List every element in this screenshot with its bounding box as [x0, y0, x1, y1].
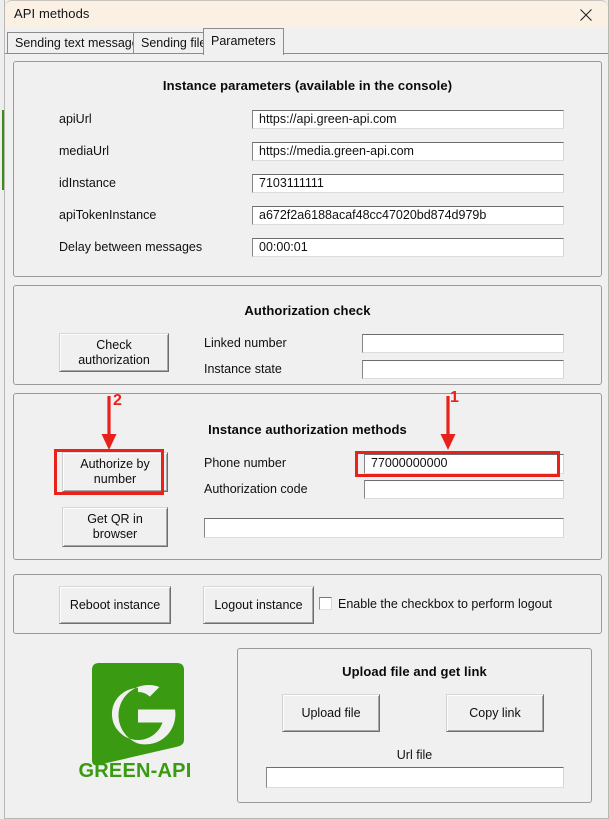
authorization-methods-title: Instance authorization methods [208, 422, 407, 437]
tabstrip: Sending text messages Sending files Para… [5, 28, 608, 55]
label-apitokeninstance: apiTokenInstance [59, 208, 157, 222]
close-icon[interactable] [564, 1, 608, 28]
authorization-code-input[interactable] [364, 480, 564, 499]
label-delay-between-messages: Delay between messages [59, 240, 203, 254]
delay-between-messages-input[interactable]: 00:00:01 [252, 238, 564, 257]
reboot-instance-button[interactable]: Reboot instance [59, 586, 171, 624]
logout-confirm-checkbox[interactable] [319, 597, 332, 610]
apiurl-input[interactable]: https://api.green-api.com [252, 110, 564, 129]
linked-number-input[interactable] [362, 334, 564, 353]
label-idinstance: idInstance [59, 176, 116, 190]
logout-confirm-checkbox-label: Enable the checkbox to perform logout [338, 597, 553, 611]
copy-link-button[interactable]: Copy link [446, 694, 544, 732]
tab-selected-underlap [204, 53, 273, 55]
label-phone-number: Phone number [204, 456, 287, 470]
instance-state-input[interactable] [362, 360, 564, 379]
url-file-input[interactable] [266, 767, 564, 788]
tabstrip-baseline [5, 53, 608, 54]
authorization-methods-panel: Instance authorization methods Authorize… [13, 393, 602, 560]
green-api-logo [80, 662, 188, 767]
window-titlebar: API methods [5, 0, 608, 28]
label-mediaurl: mediaUrl [59, 144, 110, 158]
instance-parameters-title: Instance parameters (available in the co… [162, 78, 453, 93]
label-instance-state: Instance state [204, 362, 282, 376]
label-apiurl: apiUrl [59, 112, 92, 126]
upload-file-title: Upload file and get link [342, 664, 487, 679]
api-methods-window: API methods Sending text messages Sendin… [4, 0, 609, 819]
label-authorization-code: Authorization code [204, 482, 308, 496]
authorization-check-panel: Authorization check Check authorization … [13, 285, 602, 385]
tab-sending-text-messages[interactable]: Sending text messages [7, 32, 153, 54]
label-linked-number: Linked number [204, 336, 287, 350]
url-file-label: Url file [396, 748, 433, 762]
phone-number-input[interactable]: 77000000000 [364, 454, 564, 474]
apitokeninstance-input[interactable]: a672f2a6188acaf48cc47020bd874d979b [252, 206, 564, 225]
authorization-check-title: Authorization check [244, 303, 371, 318]
tab-parameters[interactable]: Parameters [203, 28, 284, 55]
qr-result-input[interactable] [204, 518, 564, 538]
authorize-by-number-button[interactable]: Authorize by number [62, 452, 168, 492]
logout-instance-button[interactable]: Logout instance [203, 586, 314, 624]
get-qr-in-browser-button[interactable]: Get QR in browser [62, 507, 168, 547]
upload-file-button[interactable]: Upload file [282, 694, 380, 732]
instance-actions-panel: Reboot instance Logout instance Enable t… [13, 574, 602, 634]
green-api-logo-text: GREEN-API [78, 760, 192, 782]
window-title: API methods [14, 6, 90, 21]
mediaurl-input[interactable]: https://media.green-api.com [252, 142, 564, 161]
upload-file-panel: Upload file and get link Upload file Cop… [237, 648, 592, 803]
idinstance-input[interactable]: 7103111111 [252, 174, 564, 193]
check-authorization-button[interactable]: Check authorization [59, 333, 169, 372]
instance-parameters-panel: Instance parameters (available in the co… [13, 61, 602, 277]
